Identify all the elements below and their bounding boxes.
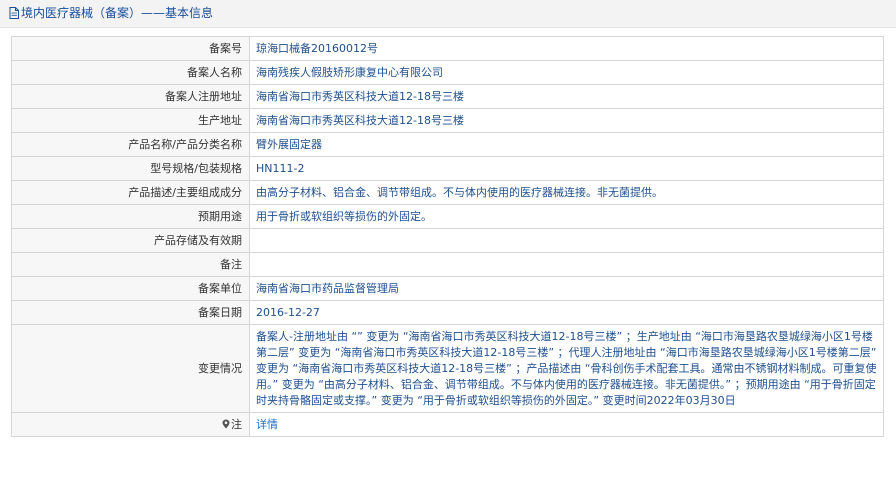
title-bar: 境内医疗器械（备案）——基本信息	[0, 0, 896, 28]
row-label: 备注	[11, 252, 250, 277]
table-row: 生产地址 海南省海口市秀英区科技大道12-18号三楼	[11, 108, 884, 133]
page-title-text: 境内医疗器械（备案）——基本信息	[21, 6, 214, 20]
table-row: 产品名称/产品分类名称 臂外展固定器	[11, 132, 884, 157]
row-label: 产品名称/产品分类名称	[11, 132, 250, 157]
table-row: 备案单位 海南省海口市药品监督管理局	[11, 276, 884, 301]
table-row: 备案人注册地址 海南省海口市秀英区科技大道12-18号三楼	[11, 84, 884, 109]
row-value: 海南省海口市秀英区科技大道12-18号三楼	[249, 108, 884, 133]
note-label-cell: 注	[11, 412, 250, 437]
row-label: 备案人名称	[11, 60, 250, 85]
table-row: 预期用途 用于骨折或软组织等损伤的外固定。	[11, 204, 884, 229]
row-label: 备案人注册地址	[11, 84, 250, 109]
note-label: 注	[231, 418, 242, 431]
row-label: 备案单位	[11, 276, 250, 301]
note-value-cell: 详情	[249, 412, 884, 437]
table-row: 备案人名称 海南残疾人假肢矫形康复中心有限公司	[11, 60, 884, 85]
document-icon	[9, 7, 19, 19]
page-title: 境内医疗器械（备案）——基本信息	[9, 6, 213, 21]
row-value: 海南省海口市药品监督管理局	[249, 276, 884, 301]
row-label: 备案号	[11, 36, 250, 61]
table-row: 产品描述/主要组成成分 由高分子材料、铝合金、调节带组成。不与体内使用的医疗器械…	[11, 180, 884, 205]
table-row: 备案日期 2016-12-27	[11, 300, 884, 325]
row-value: 2016-12-27	[249, 300, 884, 325]
info-table: 备案号 琼海口械备20160012号 备案人名称 海南残疾人假肢矫形康复中心有限…	[11, 36, 884, 437]
row-value: HN111-2	[249, 156, 884, 181]
row-label: 预期用途	[11, 204, 250, 229]
row-label: 生产地址	[11, 108, 250, 133]
change-row: 变更情况 备案人-注册地址由 “” 变更为 “海南省海口市秀英区科技大道12-1…	[11, 324, 884, 413]
details-link[interactable]: 详情	[256, 418, 278, 431]
row-label: 产品描述/主要组成成分	[11, 180, 250, 205]
row-value	[249, 228, 884, 253]
row-label: 型号规格/包装规格	[11, 156, 250, 181]
row-label: 产品存储及有效期	[11, 228, 250, 253]
location-pin-icon	[222, 419, 230, 429]
row-value: 琼海口械备20160012号	[249, 36, 884, 61]
row-value: 海南省海口市秀英区科技大道12-18号三楼	[249, 84, 884, 109]
note-row: 注 详情	[11, 412, 884, 437]
row-value: 由高分子材料、铝合金、调节带组成。不与体内使用的医疗器械连接。非无菌提供。	[249, 180, 884, 205]
row-label: 备案日期	[11, 300, 250, 325]
table-row: 备注	[11, 252, 884, 277]
table-row: 备案号 琼海口械备20160012号	[11, 36, 884, 61]
row-value: 海南残疾人假肢矫形康复中心有限公司	[249, 60, 884, 85]
row-value: 臂外展固定器	[249, 132, 884, 157]
row-value	[249, 252, 884, 277]
change-label: 变更情况	[11, 324, 250, 413]
table-row: 产品存储及有效期	[11, 228, 884, 253]
change-value: 备案人-注册地址由 “” 变更为 “海南省海口市秀英区科技大道12-18号三楼”…	[249, 324, 884, 413]
table-row: 型号规格/包装规格 HN111-2	[11, 156, 884, 181]
row-value: 用于骨折或软组织等损伤的外固定。	[249, 204, 884, 229]
